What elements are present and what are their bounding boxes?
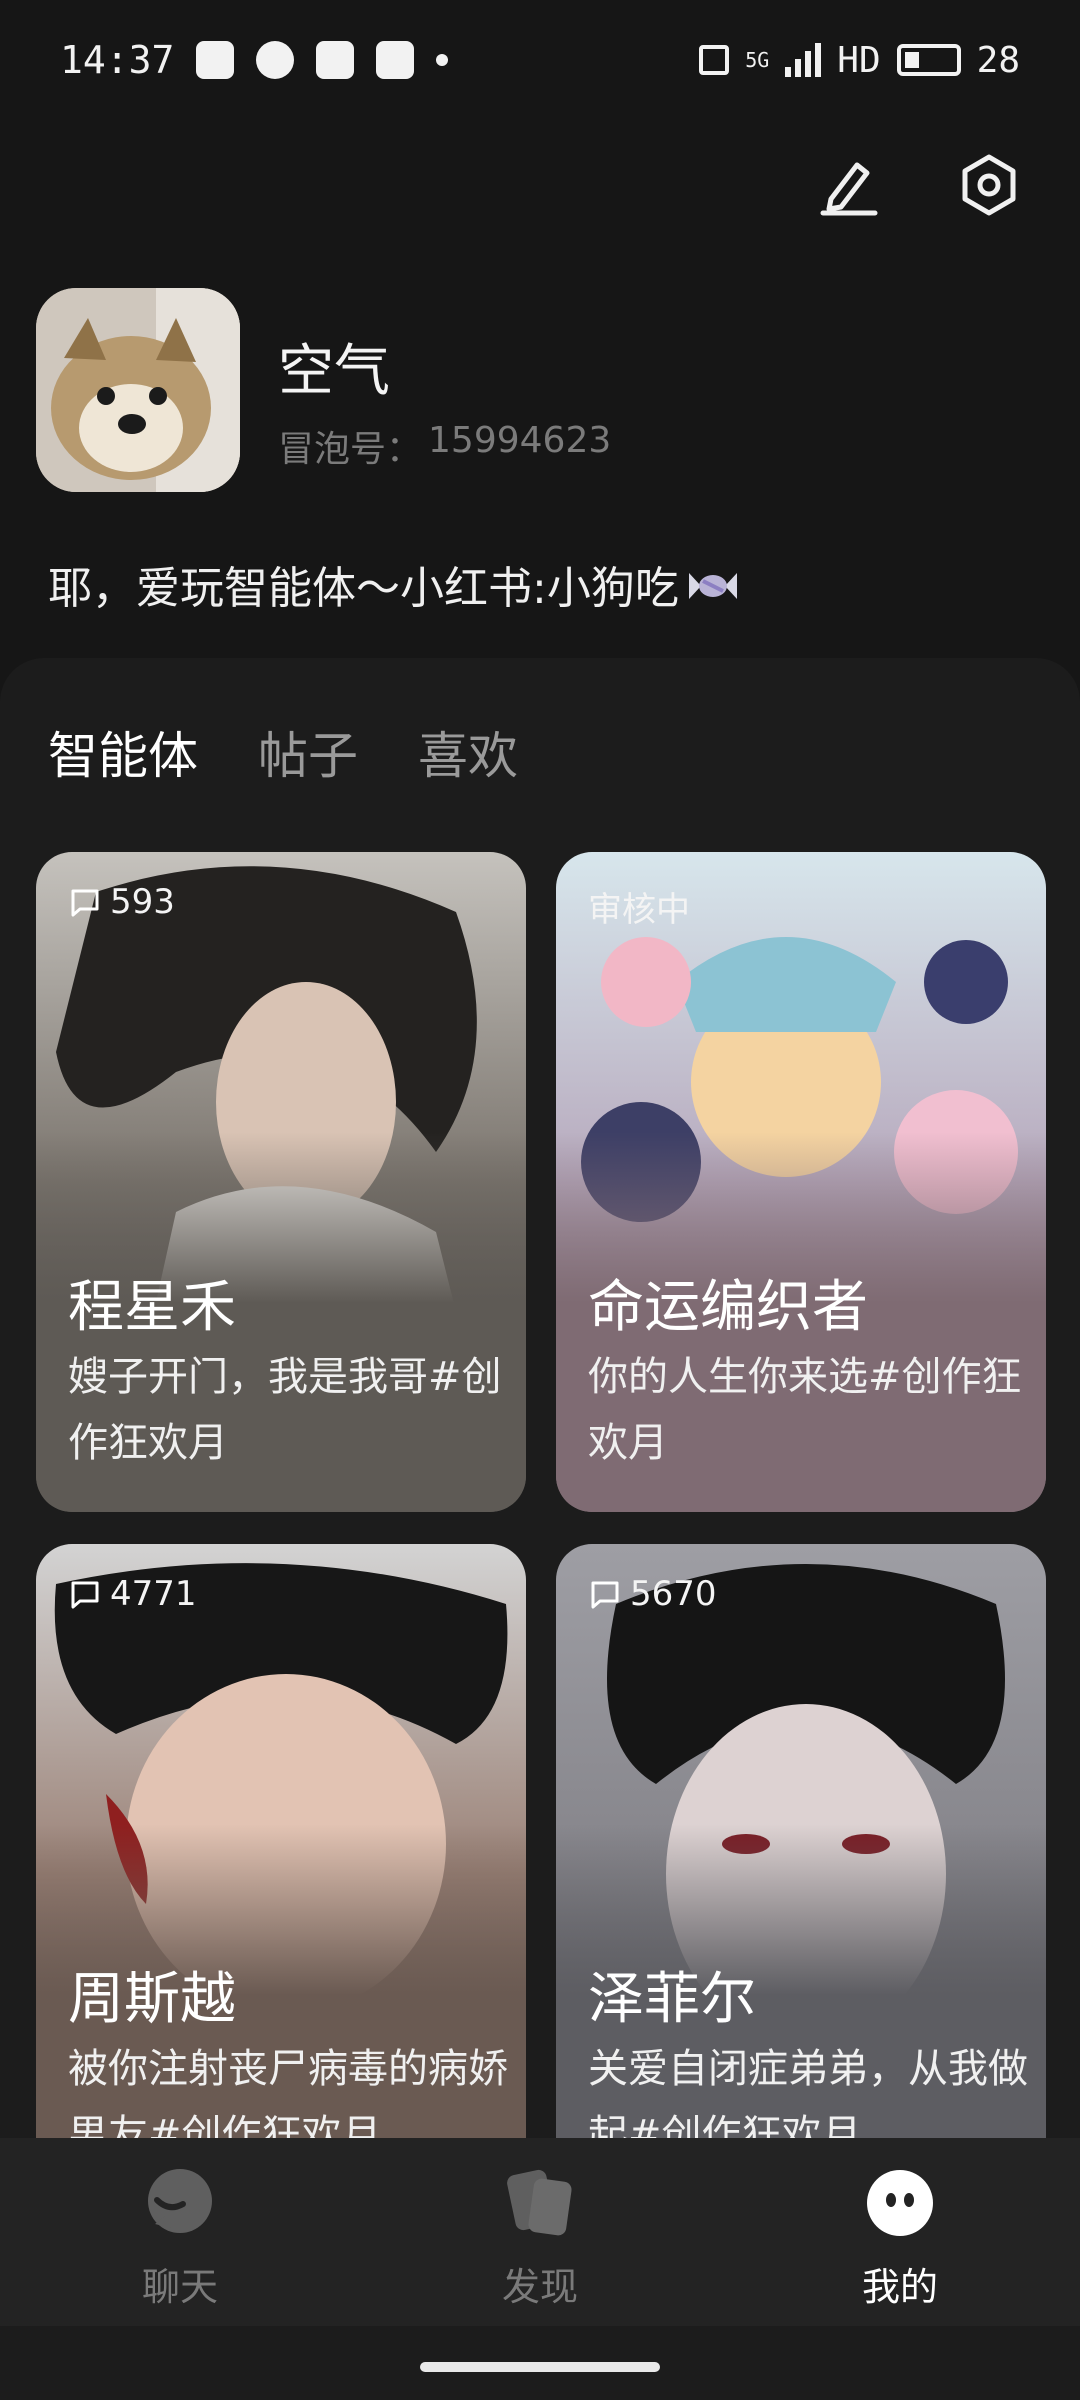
comment-icon [71, 889, 99, 917]
status-left: 14:37 [60, 38, 449, 82]
face-icon [867, 2170, 933, 2236]
profile-id: 冒泡号： 15994623 [278, 420, 611, 472]
top-actions [814, 150, 1024, 220]
chat-count: 5670 [630, 1574, 717, 1614]
wps-icon [376, 41, 415, 79]
chat-count: 593 [110, 882, 175, 922]
status-bar: 14:37 5G HD 28 [0, 0, 1080, 120]
comment-icon [71, 1581, 99, 1609]
profile-id-label: 冒泡号： [278, 429, 423, 470]
review-status-badge: 审核中 [588, 882, 690, 931]
chat-count-badge: 593 [68, 882, 175, 922]
hexagon-gear-icon [962, 154, 1016, 216]
status-time: 14:37 [60, 38, 175, 82]
review-status: 审核中 [588, 890, 690, 930]
chat-count-badge: 5670 [588, 1574, 717, 1614]
qq-icon [196, 41, 235, 79]
settings-button[interactable] [954, 150, 1024, 220]
card-description: 被你注射丧尸病毒的病娇男友#创作狂欢月 [68, 2046, 508, 2138]
weibo-icon [316, 41, 355, 79]
nav-chat-label: 聊天 [141, 2265, 218, 2309]
agent-card[interactable]: 4771 周斯越 被你注射丧尸病毒的病娇男友#创作狂欢月 [36, 1544, 526, 2138]
chat-bubble-icon [148, 2169, 212, 2233]
profile-tabs: 智能体 帖子 喜欢 [48, 716, 518, 788]
agent-card[interactable]: 5670 泽菲尔 关爱自闭症弟弟，从我做起#创作狂欢月 [556, 1544, 1046, 2138]
dog-avatar-image [36, 288, 240, 492]
card-description: 你的人生你来选#创作狂欢月 [588, 1354, 1022, 1466]
profile-bio-text: 耶，爱玩智能体～小红书:小狗吃 [48, 563, 679, 614]
agent-grid: 593 程星禾 嫂子开门，我是我哥#创作狂欢月 审核中 命运编织者 你的人生你来… [36, 852, 1046, 2138]
nav-discover[interactable]: 发现 [440, 2166, 640, 2311]
card-title: 周斯越 [68, 1967, 236, 2032]
profile-id-value[interactable]: 15994623 [428, 420, 611, 472]
profile-name: 空气 [278, 339, 390, 404]
chat-count: 4771 [110, 1574, 197, 1614]
wechat-icon [256, 41, 295, 79]
card-description: 嫂子开门，我是我哥#创作狂欢月 [68, 1354, 502, 1466]
battery-icon [896, 44, 961, 76]
profile-bio: 耶，爱玩智能体～小红书:小狗吃 [48, 552, 739, 616]
nav-me[interactable]: 我的 [800, 2166, 1000, 2311]
bottom-navigation: 聊天 发现 我的 [0, 2138, 1080, 2326]
comment-icon [591, 1581, 619, 1609]
status-right: 5G HD 28 [699, 40, 1020, 81]
notification-dot-icon [436, 54, 449, 66]
battery-level: 28 [976, 39, 1020, 81]
chat-count-badge: 4771 [68, 1574, 197, 1614]
agent-card[interactable]: 593 程星禾 嫂子开门，我是我哥#创作狂欢月 [36, 852, 526, 1512]
cards-icon [507, 2169, 572, 2236]
edit-profile-button[interactable] [814, 150, 884, 220]
tab-posts[interactable]: 帖子 [258, 716, 358, 788]
agent-card[interactable]: 审核中 命运编织者 你的人生你来选#创作狂欢月 [556, 852, 1046, 1512]
pencil-icon [820, 162, 878, 216]
candy-emoji-icon [687, 565, 739, 603]
vibrate-icon [699, 45, 730, 75]
card-description: 关爱自闭症弟弟，从我做起#创作狂欢月 [588, 2046, 1028, 2138]
avatar[interactable] [36, 288, 240, 492]
card-title: 命运编织者 [588, 1275, 868, 1340]
home-indicator[interactable] [420, 2362, 660, 2372]
tab-agents[interactable]: 智能体 [48, 716, 198, 788]
nav-discover-label: 发现 [501, 2265, 578, 2309]
card-title: 泽菲尔 [588, 1967, 756, 2032]
hd-indicator: HD [837, 39, 881, 81]
nav-me-label: 我的 [861, 2265, 938, 2309]
signal-icon [785, 43, 822, 77]
network-type: 5G [745, 48, 770, 72]
nav-chat[interactable]: 聊天 [80, 2166, 280, 2311]
tab-likes[interactable]: 喜欢 [418, 716, 518, 788]
card-title: 程星禾 [68, 1275, 236, 1340]
